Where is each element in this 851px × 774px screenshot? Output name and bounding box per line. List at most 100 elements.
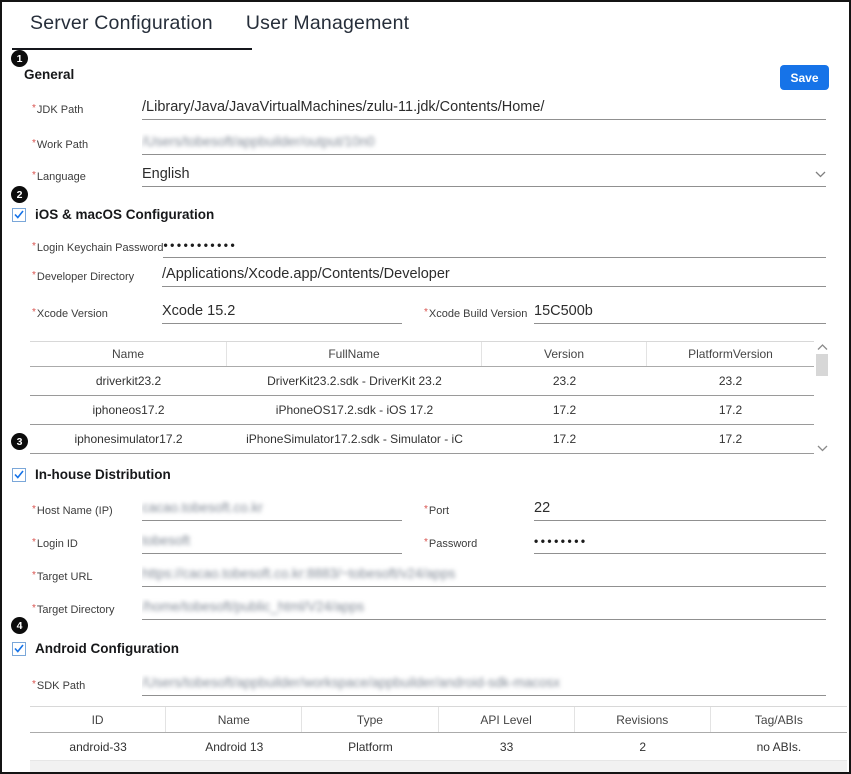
cell-api-level[interactable]: 33 <box>439 733 575 761</box>
ios-section-header: iOS & macOS Configuration <box>12 207 214 222</box>
step-badge-2: 2 <box>11 186 28 203</box>
login-keychain-password-label: *Login Keychain Password <box>32 241 163 258</box>
developer-directory-input[interactable]: /Applications/Xcode.app/Contents/Develop… <box>162 266 826 287</box>
scroll-up-icon[interactable] <box>817 344 828 351</box>
developer-directory-row: *Developer Directory /Applications/Xcode… <box>32 266 826 287</box>
target-url-input[interactable]: https://cacao.tobesoft.co.kr:8883/~tobes… <box>142 566 455 581</box>
step-badge-4: 4 <box>11 617 28 634</box>
language-selected-value: English <box>142 166 190 183</box>
cell-platform-version[interactable]: 17.2 <box>647 396 814 424</box>
login-id-label: *Login ID <box>32 537 142 554</box>
ios-section-checkbox[interactable] <box>12 208 26 222</box>
port-label: *Port <box>424 504 534 521</box>
required-asterisk: * <box>32 679 36 690</box>
required-asterisk: * <box>32 537 36 548</box>
cell-revisions[interactable]: 2 <box>575 733 711 761</box>
cell-fullname[interactable]: DriverKit23.2.sdk - DriverKit 23.2 <box>227 367 482 395</box>
cell-fullname[interactable]: iPhoneOS17.2.sdk - iOS 17.2 <box>227 396 482 424</box>
scroll-down-icon[interactable] <box>817 445 828 452</box>
ios-sdk-table: Name FullName Version PlatformVersion dr… <box>30 341 830 454</box>
language-select[interactable]: English <box>142 166 826 187</box>
xcode-build-version-input[interactable]: 15C500b <box>534 303 826 324</box>
port-input[interactable]: 22 <box>534 500 826 521</box>
ios-sdk-table-header: Name FullName Version PlatformVersion <box>30 341 814 367</box>
table-row[interactable]: iphonesimulator17.2 iPhoneSimulator17.2.… <box>30 425 814 454</box>
general-section-title: General <box>24 66 74 84</box>
column-header: Name <box>166 707 302 732</box>
section-title-text: iOS & macOS Configuration <box>35 207 214 222</box>
sdk-path-label: *SDK Path <box>32 679 142 696</box>
target-directory-label: *Target Directory <box>32 603 142 620</box>
column-header: Tag/ABIs <box>711 707 847 732</box>
required-asterisk: * <box>32 270 36 281</box>
cell-tag-abis[interactable]: no ABIs. <box>711 733 847 761</box>
column-header: Revisions <box>575 707 711 732</box>
column-header: FullName <box>227 342 482 366</box>
cell-version[interactable]: 23.2 <box>482 367 647 395</box>
cell-name[interactable]: Android 13 <box>166 733 302 761</box>
required-asterisk: * <box>32 138 36 149</box>
xcode-version-row: *Xcode Version Xcode 15.2 *Xcode Build V… <box>32 303 826 324</box>
developer-directory-label: *Developer Directory <box>32 270 162 287</box>
section-title-text: Android Configuration <box>35 641 179 656</box>
language-label: *Language <box>32 170 142 187</box>
required-asterisk: * <box>32 170 36 181</box>
android-section-checkbox[interactable] <box>12 642 26 656</box>
tab-user-management[interactable]: User Management <box>246 12 409 35</box>
work-path-row: *Work Path /Users/tobesoft/appbuilder/ou… <box>32 133 826 155</box>
inhouse-section-checkbox[interactable] <box>12 468 26 482</box>
column-header: Type <box>302 707 438 732</box>
column-header: Name <box>30 342 227 366</box>
login-keychain-password-input[interactable]: ••••••••••• <box>163 237 826 258</box>
column-header: Version <box>482 342 647 366</box>
tab-server-configuration[interactable]: Server Configuration <box>30 12 213 35</box>
chevron-down-icon <box>815 171 826 178</box>
required-asterisk: * <box>32 570 36 581</box>
work-path-input[interactable]: /Users/tobesoft/appbuilder/output/10n0 <box>142 134 375 149</box>
table-row[interactable]: iphoneos17.2 iPhoneOS17.2.sdk - iOS 17.2… <box>30 396 814 425</box>
required-asterisk: * <box>424 504 428 515</box>
cell-platform-version[interactable]: 17.2 <box>647 425 814 453</box>
login-keychain-password-row: *Login Keychain Password ••••••••••• <box>32 237 826 258</box>
host-port-row: *Host Name (IP) cacao.tobesoft.co.kr *Po… <box>32 499 826 521</box>
inhouse-section-header: In-house Distribution <box>12 467 171 482</box>
xcode-version-input[interactable]: Xcode 15.2 <box>162 303 402 324</box>
cell-name[interactable]: driverkit23.2 <box>30 367 227 395</box>
android-platform-table: ID Name Type API Level Revisions Tag/ABI… <box>30 706 847 762</box>
cell-id[interactable]: android-33 <box>30 733 166 761</box>
target-directory-input[interactable]: /home/tobesoft/public_html/V24/apps <box>142 599 364 614</box>
cell-name[interactable]: iphonesimulator17.2 <box>30 425 227 453</box>
target-url-label: *Target URL <box>32 570 142 587</box>
checkmark-icon <box>14 210 24 219</box>
tab-bar: Server Configuration User Management <box>30 12 409 35</box>
target-url-row: *Target URL https://cacao.tobesoft.co.kr… <box>32 565 826 587</box>
jdk-path-input[interactable]: /Library/Java/JavaVirtualMachines/zulu-1… <box>142 99 826 120</box>
required-asterisk: * <box>424 307 428 318</box>
active-tab-underline <box>12 48 252 50</box>
required-asterisk: * <box>32 307 36 318</box>
login-id-input[interactable]: tobesoft <box>142 533 190 548</box>
required-asterisk: * <box>32 603 36 614</box>
cell-platform-version[interactable]: 23.2 <box>647 367 814 395</box>
target-directory-row: *Target Directory /home/tobesoft/public_… <box>32 598 826 620</box>
password-input[interactable]: •••••••• <box>534 533 826 554</box>
host-name-input[interactable]: cacao.tobesoft.co.kr <box>142 500 263 515</box>
checkmark-icon <box>14 470 24 479</box>
cell-version[interactable]: 17.2 <box>482 425 647 453</box>
android-table-header: ID Name Type API Level Revisions Tag/ABI… <box>30 706 847 733</box>
section-title-text: In-house Distribution <box>35 467 171 482</box>
table-row[interactable]: driverkit23.2 DriverKit23.2.sdk - Driver… <box>30 367 814 396</box>
cell-type[interactable]: Platform <box>302 733 438 761</box>
horizontal-scrollbar[interactable] <box>30 760 847 772</box>
table-row[interactable]: android-33 Android 13 Platform 33 2 no A… <box>30 733 847 762</box>
cell-version[interactable]: 17.2 <box>482 396 647 424</box>
cell-fullname[interactable]: iPhoneSimulator17.2.sdk - Simulator - iC <box>227 425 482 453</box>
sdk-path-input[interactable]: /Users/tobesoft/appbuilder/workspace/app… <box>142 675 560 690</box>
vertical-scrollbar <box>814 341 830 454</box>
android-section-header: Android Configuration <box>12 641 179 656</box>
save-button[interactable]: Save <box>780 65 829 90</box>
sdk-path-row: *SDK Path /Users/tobesoft/appbuilder/wor… <box>32 674 826 696</box>
cell-name[interactable]: iphoneos17.2 <box>30 396 227 424</box>
column-header: API Level <box>439 707 575 732</box>
scrollbar-thumb[interactable] <box>816 354 828 376</box>
